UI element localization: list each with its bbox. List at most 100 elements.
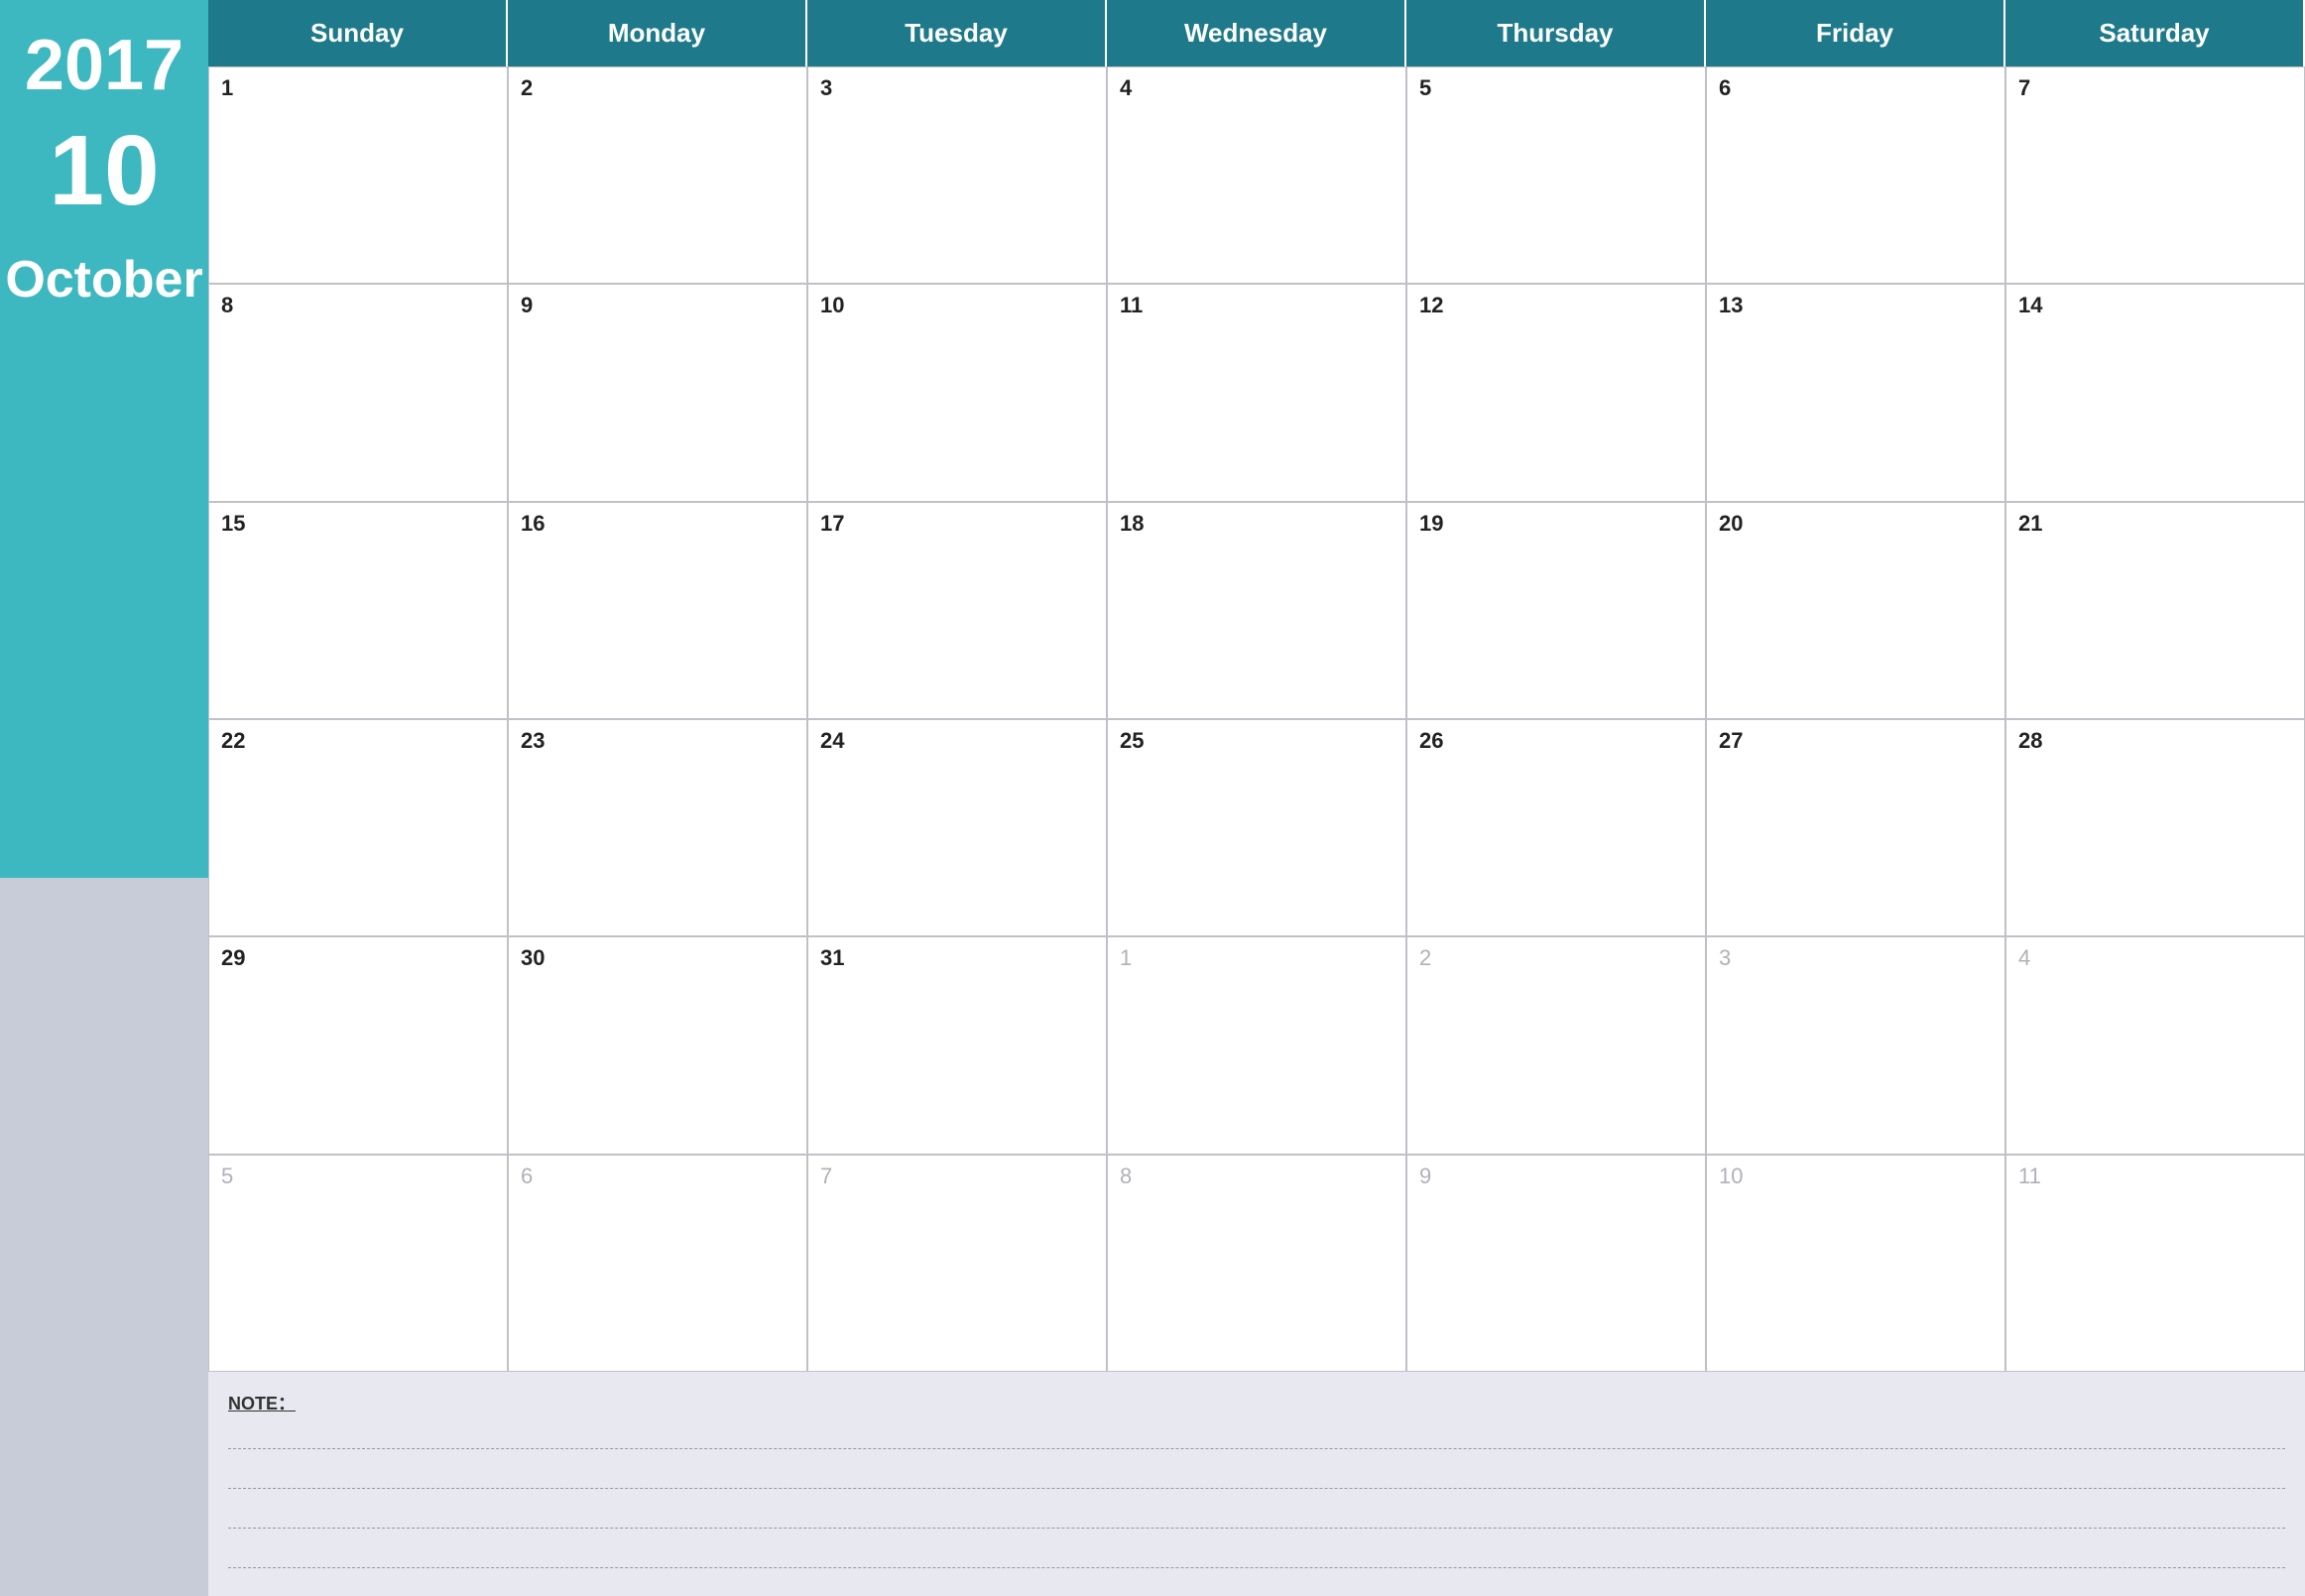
day-cell[interactable]: 11: [1107, 284, 1406, 501]
day-cell[interactable]: 18: [1107, 502, 1406, 719]
day-cell[interactable]: 9: [1406, 1155, 1706, 1372]
day-cell[interactable]: 10: [1706, 1155, 2005, 1372]
day-cell[interactable]: 6: [508, 1155, 807, 1372]
day-cell[interactable]: 23: [508, 719, 807, 936]
day-number: 7: [2018, 75, 2292, 101]
day-cell[interactable]: 10: [807, 284, 1107, 501]
sidebar: 2017 10 October: [0, 0, 208, 1596]
day-number: 19: [1419, 511, 1693, 537]
day-number: 26: [1419, 728, 1693, 754]
day-number: 2: [521, 75, 794, 101]
day-cell[interactable]: 11: [2005, 1155, 2305, 1372]
calendar-container: 2017 10 October SundayMondayTuesdayWedne…: [0, 0, 2305, 1596]
calendar-grid: 1234567891011121314151617181920212223242…: [208, 66, 2305, 1372]
day-number: 21: [2018, 511, 2292, 537]
day-cell[interactable]: 6: [1706, 66, 2005, 284]
day-cell[interactable]: 7: [2005, 66, 2305, 284]
day-number: 13: [1719, 293, 1993, 318]
day-number: 1: [221, 75, 495, 101]
notes-line-3: [228, 1507, 2285, 1529]
day-cell[interactable]: 2: [1406, 936, 1706, 1154]
day-cell[interactable]: 20: [1706, 502, 2005, 719]
day-cell[interactable]: 25: [1107, 719, 1406, 936]
day-number: 3: [1719, 945, 1993, 971]
day-header-tuesday: Tuesday: [807, 0, 1107, 66]
day-cell[interactable]: 27: [1706, 719, 2005, 936]
day-number: 22: [221, 728, 495, 754]
day-number: 4: [2018, 945, 2292, 971]
day-number: 6: [1719, 75, 1993, 101]
day-number: 5: [221, 1164, 495, 1189]
day-cell[interactable]: 4: [1107, 66, 1406, 284]
main-area: SundayMondayTuesdayWednesdayThursdayFrid…: [208, 0, 2305, 1596]
day-cell[interactable]: 8: [1107, 1155, 1406, 1372]
day-cell[interactable]: 1: [208, 66, 508, 284]
day-number: 4: [1120, 75, 1394, 101]
day-cell[interactable]: 22: [208, 719, 508, 936]
day-cell[interactable]: 9: [508, 284, 807, 501]
day-cell[interactable]: 28: [2005, 719, 2305, 936]
day-number: 8: [1120, 1164, 1394, 1189]
day-number: 18: [1120, 511, 1394, 537]
day-header-wednesday: Wednesday: [1107, 0, 1406, 66]
day-number: 11: [1120, 293, 1394, 318]
day-cell[interactable]: 7: [807, 1155, 1107, 1372]
sidebar-month-name: October: [5, 250, 202, 309]
day-number: 31: [820, 945, 1094, 971]
notes-line-2: [228, 1467, 2285, 1489]
day-cell[interactable]: 19: [1406, 502, 1706, 719]
day-cell[interactable]: 16: [508, 502, 807, 719]
day-number: 10: [1719, 1164, 1993, 1189]
day-number: 24: [820, 728, 1094, 754]
day-number: 29: [221, 945, 495, 971]
day-number: 10: [820, 293, 1094, 318]
day-number: 28: [2018, 728, 2292, 754]
day-header-thursday: Thursday: [1406, 0, 1706, 66]
day-cell[interactable]: 31: [807, 936, 1107, 1154]
day-number: 27: [1719, 728, 1993, 754]
day-cell[interactable]: 17: [807, 502, 1107, 719]
day-number: 8: [221, 293, 495, 318]
day-cell[interactable]: 24: [807, 719, 1107, 936]
day-headers: SundayMondayTuesdayWednesdayThursdayFrid…: [208, 0, 2305, 66]
day-cell[interactable]: 4: [2005, 936, 2305, 1154]
day-cell[interactable]: 8: [208, 284, 508, 501]
notes-line-1: [228, 1427, 2285, 1449]
day-cell[interactable]: 21: [2005, 502, 2305, 719]
day-cell[interactable]: 29: [208, 936, 508, 1154]
day-cell[interactable]: 14: [2005, 284, 2305, 501]
day-header-saturday: Saturday: [2005, 0, 2305, 66]
day-number: 2: [1419, 945, 1693, 971]
day-number: 3: [820, 75, 1094, 101]
day-cell[interactable]: 12: [1406, 284, 1706, 501]
day-number: 25: [1120, 728, 1394, 754]
day-number: 7: [820, 1164, 1094, 1189]
day-cell[interactable]: 3: [1706, 936, 2005, 1154]
day-cell[interactable]: 3: [807, 66, 1107, 284]
day-number: 15: [221, 511, 495, 537]
day-cell[interactable]: 30: [508, 936, 807, 1154]
day-number: 17: [820, 511, 1094, 537]
day-header-monday: Monday: [508, 0, 807, 66]
day-number: 11: [2018, 1164, 2292, 1189]
day-number: 1: [1120, 945, 1394, 971]
day-cell[interactable]: 15: [208, 502, 508, 719]
notes-label: NOTE：: [228, 1390, 2285, 1415]
day-cell[interactable]: 5: [208, 1155, 508, 1372]
day-cell[interactable]: 26: [1406, 719, 1706, 936]
day-cell[interactable]: 5: [1406, 66, 1706, 284]
sidebar-year: 2017: [25, 30, 183, 101]
notes-line-4: [228, 1546, 2285, 1568]
day-number: 14: [2018, 293, 2292, 318]
day-number: 16: [521, 511, 794, 537]
day-number: 20: [1719, 511, 1993, 537]
day-header-sunday: Sunday: [208, 0, 508, 66]
day-number: 9: [521, 293, 794, 318]
day-number: 9: [1419, 1164, 1693, 1189]
day-number: 12: [1419, 293, 1693, 318]
day-cell[interactable]: 13: [1706, 284, 2005, 501]
day-cell[interactable]: 2: [508, 66, 807, 284]
day-number: 6: [521, 1164, 794, 1189]
day-cell[interactable]: 1: [1107, 936, 1406, 1154]
sidebar-month-num: 10: [49, 121, 159, 220]
